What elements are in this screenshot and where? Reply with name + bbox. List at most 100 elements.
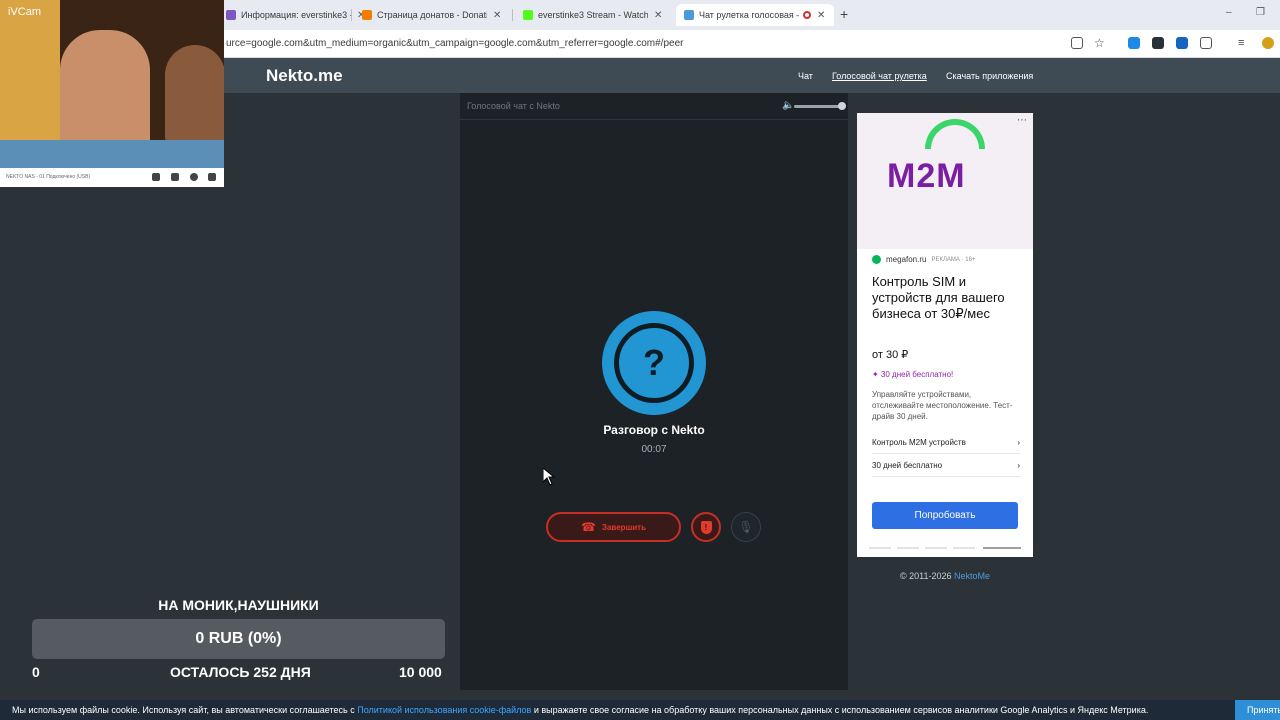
download-icon[interactable] [1176, 37, 1188, 49]
call-timer: 00:07 [641, 444, 667, 455]
advertisement[interactable]: M2M ⋯ megafon.ru РЕКЛАМА · 16+ Контроль … [857, 113, 1033, 557]
browser-tab-active[interactable]: Чат рулетка голосовая — ✕ [676, 4, 834, 26]
tab-favicon-icon [226, 10, 236, 20]
webcam-toolbar: NEKTO NAS - 01 Подключено (USB) [0, 168, 224, 187]
close-tab-icon[interactable]: ✕ [817, 10, 825, 21]
copyright: © 2011-2026 NektoMe [857, 571, 1033, 581]
wifi-icon [925, 119, 985, 149]
settings-gear-icon[interactable] [190, 173, 198, 181]
donation-remaining: ОСТАЛОСЬ 252 ДНЯ [170, 664, 311, 680]
tab-separator [512, 9, 513, 21]
install-app-icon[interactable] [1071, 37, 1083, 49]
donation-goal-title: НА МОНИК,НАУШНИКИ [158, 597, 319, 613]
ad-headline: Контроль SIM и устройств для вашего бизн… [872, 274, 1005, 321]
camera-snapshot-icon[interactable] [152, 173, 160, 181]
ad-carousel-dot[interactable] [925, 547, 947, 549]
ad-link-row[interactable]: Контроль M2M устройств › [872, 432, 1020, 454]
ad-link-label: 30 дней бесплатно [872, 461, 943, 470]
ad-carousel-dot[interactable] [953, 547, 975, 549]
question-mark-icon: ? [624, 333, 684, 393]
ad-free-text: 30 дней бесплатно! [880, 370, 954, 379]
volume-slider-handle[interactable] [838, 102, 846, 110]
cookie-text-before: Мы используем файлы cookie. Используя са… [12, 705, 358, 715]
end-call-label: Завершить [601, 522, 646, 532]
ad-menu-icon[interactable]: ⋯ [1017, 115, 1027, 126]
url-field[interactable]: urce=google.com&utm_medium=organic&utm_c… [226, 38, 683, 49]
browser-tab[interactable]: Страница донатов - Donation ✕ [354, 4, 509, 26]
volume-icon: 🔈 [782, 100, 795, 111]
cookie-accept-button[interactable]: Принять [1235, 700, 1280, 720]
donation-max: 10 000 [399, 664, 442, 680]
reading-list-icon[interactable]: ≡ [1238, 37, 1250, 49]
extension-icon[interactable] [1152, 37, 1164, 49]
ad-description: Управляйте устройствами, отслеживайте ме… [872, 390, 1013, 421]
chevron-right-icon: › [1017, 461, 1020, 470]
extensions-puzzle-icon[interactable] [1200, 37, 1212, 49]
ad-link-row[interactable]: 30 дней бесплатно › [872, 455, 1020, 477]
nav-link-voice-chat[interactable]: Голосовой чат рулетка [832, 71, 927, 81]
bookmark-star-icon[interactable]: ☆ [1094, 37, 1106, 49]
webcam-caption: NEKTO NAS - 01 Подключено (USB) [6, 174, 91, 180]
chevron-right-icon: › [1017, 438, 1020, 447]
mute-button[interactable]: 🎙 [731, 512, 761, 542]
chat-title: Голосовой чат с Nekto [467, 101, 560, 111]
report-button[interactable]: ! [691, 512, 721, 542]
tab-favicon-icon [684, 10, 694, 20]
cookie-policy-link[interactable]: Политикой использования cookie-файлов [357, 705, 531, 715]
webcam-video: iVCam [0, 0, 224, 168]
close-tab-icon[interactable]: ✕ [493, 10, 501, 21]
hang-up-phone-icon: ☎ [581, 520, 596, 534]
nav-link-chat[interactable]: Чат [798, 71, 813, 81]
extension-icon[interactable] [1128, 37, 1140, 49]
fullscreen-icon[interactable] [208, 173, 216, 181]
peer-name: Разговор с Nekto [603, 423, 705, 437]
nav-link-download-apps[interactable]: Скачать приложения [946, 71, 1033, 81]
webcam-led-strip [0, 140, 224, 168]
ad-carousel-dot[interactable] [869, 547, 891, 549]
ad-free-offer: ✦ 30 дней бесплатно! [872, 370, 953, 379]
end-call-button[interactable]: ☎ Завершить [546, 512, 681, 542]
webcam-brand: iVCam [8, 6, 42, 18]
chat-header: Голосовой чат с Nekto 🔈 [460, 93, 848, 120]
ad-domain: megafon.ru РЕКЛАМА · 16+ [872, 255, 975, 264]
close-tab-icon[interactable]: ✕ [654, 10, 662, 21]
site-logo[interactable]: Nekto.me [266, 66, 343, 86]
webcam-lamp-light [0, 0, 60, 150]
ad-carousel-dot[interactable] [897, 547, 919, 549]
tab-title: Чат рулетка голосовая — [699, 10, 799, 20]
ad-hero-text: M2M [887, 157, 966, 195]
ad-domain-text: megafon.ru [886, 255, 927, 264]
shield-icon: ! [700, 520, 712, 534]
browser-tab[interactable]: everstinke3 Stream - Watch Liv ✕ [515, 4, 670, 26]
ad-link-label: Контроль M2M устройств [872, 438, 966, 447]
tab-separator [351, 9, 352, 21]
cookie-text: Мы используем файлы cookie. Используя са… [12, 705, 1148, 715]
nektome-link[interactable]: NektoMe [954, 571, 990, 581]
restore-icon[interactable]: ❐ [1256, 7, 1265, 18]
video-record-icon[interactable] [171, 173, 179, 181]
tab-title: Информация: everstinke3 - [241, 10, 351, 20]
volume-slider[interactable] [794, 105, 842, 108]
cookie-banner: Мы используем файлы cookie. Используя са… [0, 700, 1280, 720]
peer-avatar: ? [602, 311, 706, 415]
webcam-person [165, 45, 224, 145]
donation-amount: 0 RUB (0%) [195, 630, 282, 647]
donation-goal-widget: НА МОНИК,НАУШНИКИ 0 RUB (0%) 0 ОСТАЛОСЬ … [0, 594, 480, 684]
ad-carousel-dot-active[interactable] [983, 547, 1021, 549]
donation-progress-bar: 0 RUB (0%) [32, 619, 445, 659]
tab-favicon-icon [362, 10, 372, 20]
megafon-logo-icon [872, 255, 881, 264]
tab-title: everstinke3 Stream - Watch Liv [538, 10, 648, 20]
ad-label: РЕКЛАМА · 16+ [931, 256, 976, 263]
new-tab-button[interactable]: + [840, 6, 848, 22]
cookie-text-after: и выражаете свое согласие на обработку в… [531, 705, 1149, 715]
avatar-ring: ? [614, 323, 694, 403]
recording-icon [803, 11, 811, 19]
minimize-icon[interactable]: – [1226, 7, 1232, 18]
microphone-icon: 🎙 [738, 520, 754, 534]
sparkle-icon: ✦ [872, 370, 881, 379]
ad-try-button[interactable]: Попробовать [872, 502, 1018, 529]
tab-title: Страница донатов - Donation [377, 10, 487, 20]
profile-avatar-icon[interactable] [1262, 37, 1274, 49]
webcam-overlay: iVCam NEKTO NAS - 01 Подключено (USB) [0, 0, 224, 187]
